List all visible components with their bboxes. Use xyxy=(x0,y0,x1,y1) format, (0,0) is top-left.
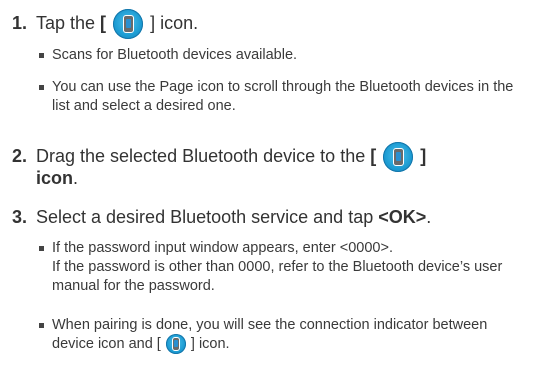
step-number: 1. xyxy=(12,13,28,33)
step-2: 2. Drag the selected Bluetooth device to … xyxy=(12,142,426,189)
step-3: 3. Select a desired Bluetooth service and… xyxy=(12,207,432,227)
step-number: 2. xyxy=(12,146,28,166)
bullet-4: When pairing is done, you will see the c… xyxy=(39,316,519,355)
bluetooth-phone-icon xyxy=(165,334,186,355)
bullet-marker xyxy=(39,246,44,251)
bluetooth-phone-icon xyxy=(113,9,144,40)
bullet-marker xyxy=(39,85,44,90)
bullet-1: Scans for Bluetooth devices available. xyxy=(39,46,519,65)
step-number: 3. xyxy=(12,207,28,227)
step-1: 1. Tap the [ ] icon. xyxy=(12,9,198,40)
bullet-marker xyxy=(39,53,44,58)
bullet-marker xyxy=(39,323,44,328)
bullet-2: You can use the Page icon to scroll thro… xyxy=(39,78,519,116)
bullet-3: If the password input window appears, en… xyxy=(39,239,519,296)
